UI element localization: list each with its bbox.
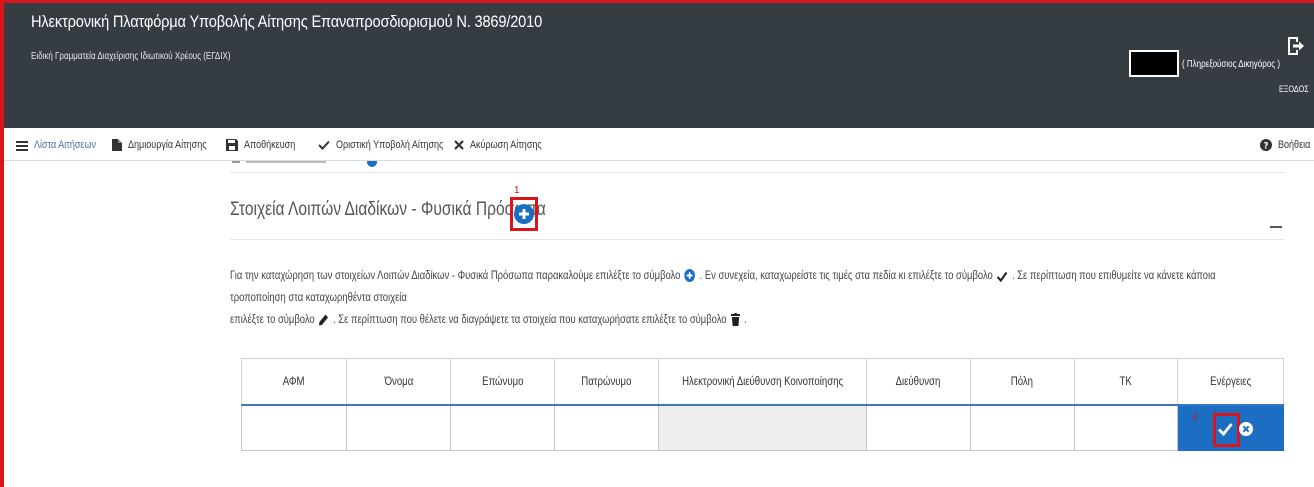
step-marker-1: 1 — [514, 185, 520, 196]
save-icon — [226, 139, 238, 151]
minus-icon[interactable] — [1270, 226, 1282, 228]
column-header-fathers-name[interactable]: Πατρώνυμο — [554, 358, 660, 406]
city-input[interactable] — [969, 404, 1075, 451]
app-title: Ηλεκτρονική Πλατφόρμα Υποβολής Αίτησης Ε… — [31, 12, 543, 31]
list-icon — [16, 140, 28, 151]
times-circle-icon[interactable] — [1239, 421, 1254, 436]
main-panel: Στοιχεία Λοιπών Διαδίκων - Φυσικά Πρόσωπ… — [230, 161, 1284, 487]
parties-table: ΑΦΜ Όνομα Επώνυμο Πατρώνυμο Ηλεκτρονική … — [241, 358, 1284, 451]
instructions-part: Για την καταχώρηση των στοιχείων Λοιπών … — [230, 270, 681, 282]
table-header-row: ΑΦΜ Όνομα Επώνυμο Πατρώνυμο Ηλεκτρονική … — [241, 358, 1284, 406]
toolbar: Λίστα Αιτήσεων Δημιουργία Αίτησης Αποθήκ… — [4, 128, 1314, 161]
toolbar-label: Δημιουργία Αίτησης — [128, 139, 207, 151]
email-input-disabled — [658, 404, 867, 451]
divider — [230, 172, 1284, 173]
plus-circle-icon — [684, 269, 696, 282]
postal-code-input[interactable] — [1073, 404, 1179, 451]
check-icon[interactable] — [1217, 421, 1233, 437]
user-role: ( Πληρεξούσιος Δικηγόρος ) — [1182, 59, 1280, 70]
exit-label[interactable]: ΕΞΟΔΟΣ — [1279, 84, 1309, 94]
toolbar-label: Βοήθεια — [1278, 139, 1311, 151]
toolbar-item-create-application[interactable]: Δημιουργία Αίτησης — [112, 136, 224, 154]
toolbar-item-cancel-application[interactable]: Ακύρωση Αίτησης — [454, 136, 558, 154]
column-header-postal-code[interactable]: ΤΚ — [1073, 358, 1179, 406]
app-header: Ηλεκτρονική Πλατφόρμα Υποβολής Αίτησης Ε… — [4, 3, 1314, 128]
instructions-part: . Εν συνεχεία, καταχωρείστε τις τιμές στ… — [699, 270, 993, 282]
step-marker-2: 2 — [1192, 411, 1198, 423]
afm-input[interactable] — [241, 404, 347, 451]
pencil-icon — [319, 314, 329, 326]
toolbar-item-final-submit[interactable]: Οριστική Υποβολή Αίτησης — [318, 136, 467, 154]
toolbar-label: Αποθήκευση — [244, 139, 296, 151]
file-icon — [112, 139, 122, 151]
toolbar-item-help[interactable]: ? Βοήθεια — [1260, 136, 1314, 154]
row-actions: 2 — [1177, 404, 1284, 451]
instructions-part: . Σε περίπτωση που θέλετε να διαγράψετε … — [333, 314, 727, 326]
trash-icon — [730, 313, 740, 326]
app-subtitle: Ειδική Γραμματεία Διαχείρισης Ιδιωτικού … — [31, 51, 231, 62]
address-input[interactable] — [866, 404, 971, 451]
divider — [230, 239, 1284, 240]
table-row: 2 — [241, 404, 1284, 451]
toolbar-label: Οριστική Υποβολή Αίτησης — [336, 139, 444, 151]
instructions-text: Για την καταχώρηση των στοιχείων Λοιπών … — [230, 265, 1255, 331]
column-header-email[interactable]: Ηλεκτρονική Διεύθυνση Κοινοποίησης — [658, 358, 867, 406]
column-header-first-name[interactable]: Όνομα — [345, 358, 452, 406]
column-header-actions: Ενέργειες — [1177, 358, 1284, 406]
column-header-address[interactable]: Διεύθυνση — [866, 358, 971, 406]
question-circle-icon: ? — [1260, 139, 1272, 151]
column-header-last-name[interactable]: Επώνυμο — [450, 358, 556, 406]
toolbar-item-save[interactable]: Αποθήκευση — [226, 136, 306, 154]
toolbar-item-application-list[interactable]: Λίστα Αιτήσεων — [16, 136, 110, 154]
plus-circle-icon[interactable] — [513, 203, 535, 225]
check-icon — [997, 271, 1008, 282]
user-name-redacted — [1129, 50, 1179, 77]
sign-out-icon[interactable] — [1287, 35, 1305, 57]
first-name-input[interactable] — [345, 404, 452, 451]
column-header-afm[interactable]: ΑΦΜ — [241, 358, 347, 406]
toolbar-label: Ακύρωση Αίτησης — [470, 139, 542, 151]
scrolled-content-fragment — [232, 161, 377, 167]
section-title: Στοιχεία Λοιπών Διαδίκων - Φυσικά Πρόσωπ… — [230, 199, 546, 220]
times-icon — [454, 140, 464, 150]
check-icon — [318, 140, 330, 150]
instructions-part: . — [744, 314, 747, 326]
instructions-part: επιλέξτε το σύμβολο — [230, 314, 315, 326]
column-header-city[interactable]: Πόλη — [969, 358, 1075, 406]
fathers-name-input[interactable] — [554, 404, 660, 451]
last-name-input[interactable] — [450, 404, 556, 451]
svg-text:?: ? — [1263, 142, 1268, 152]
toolbar-label: Λίστα Αιτήσεων — [34, 139, 96, 151]
